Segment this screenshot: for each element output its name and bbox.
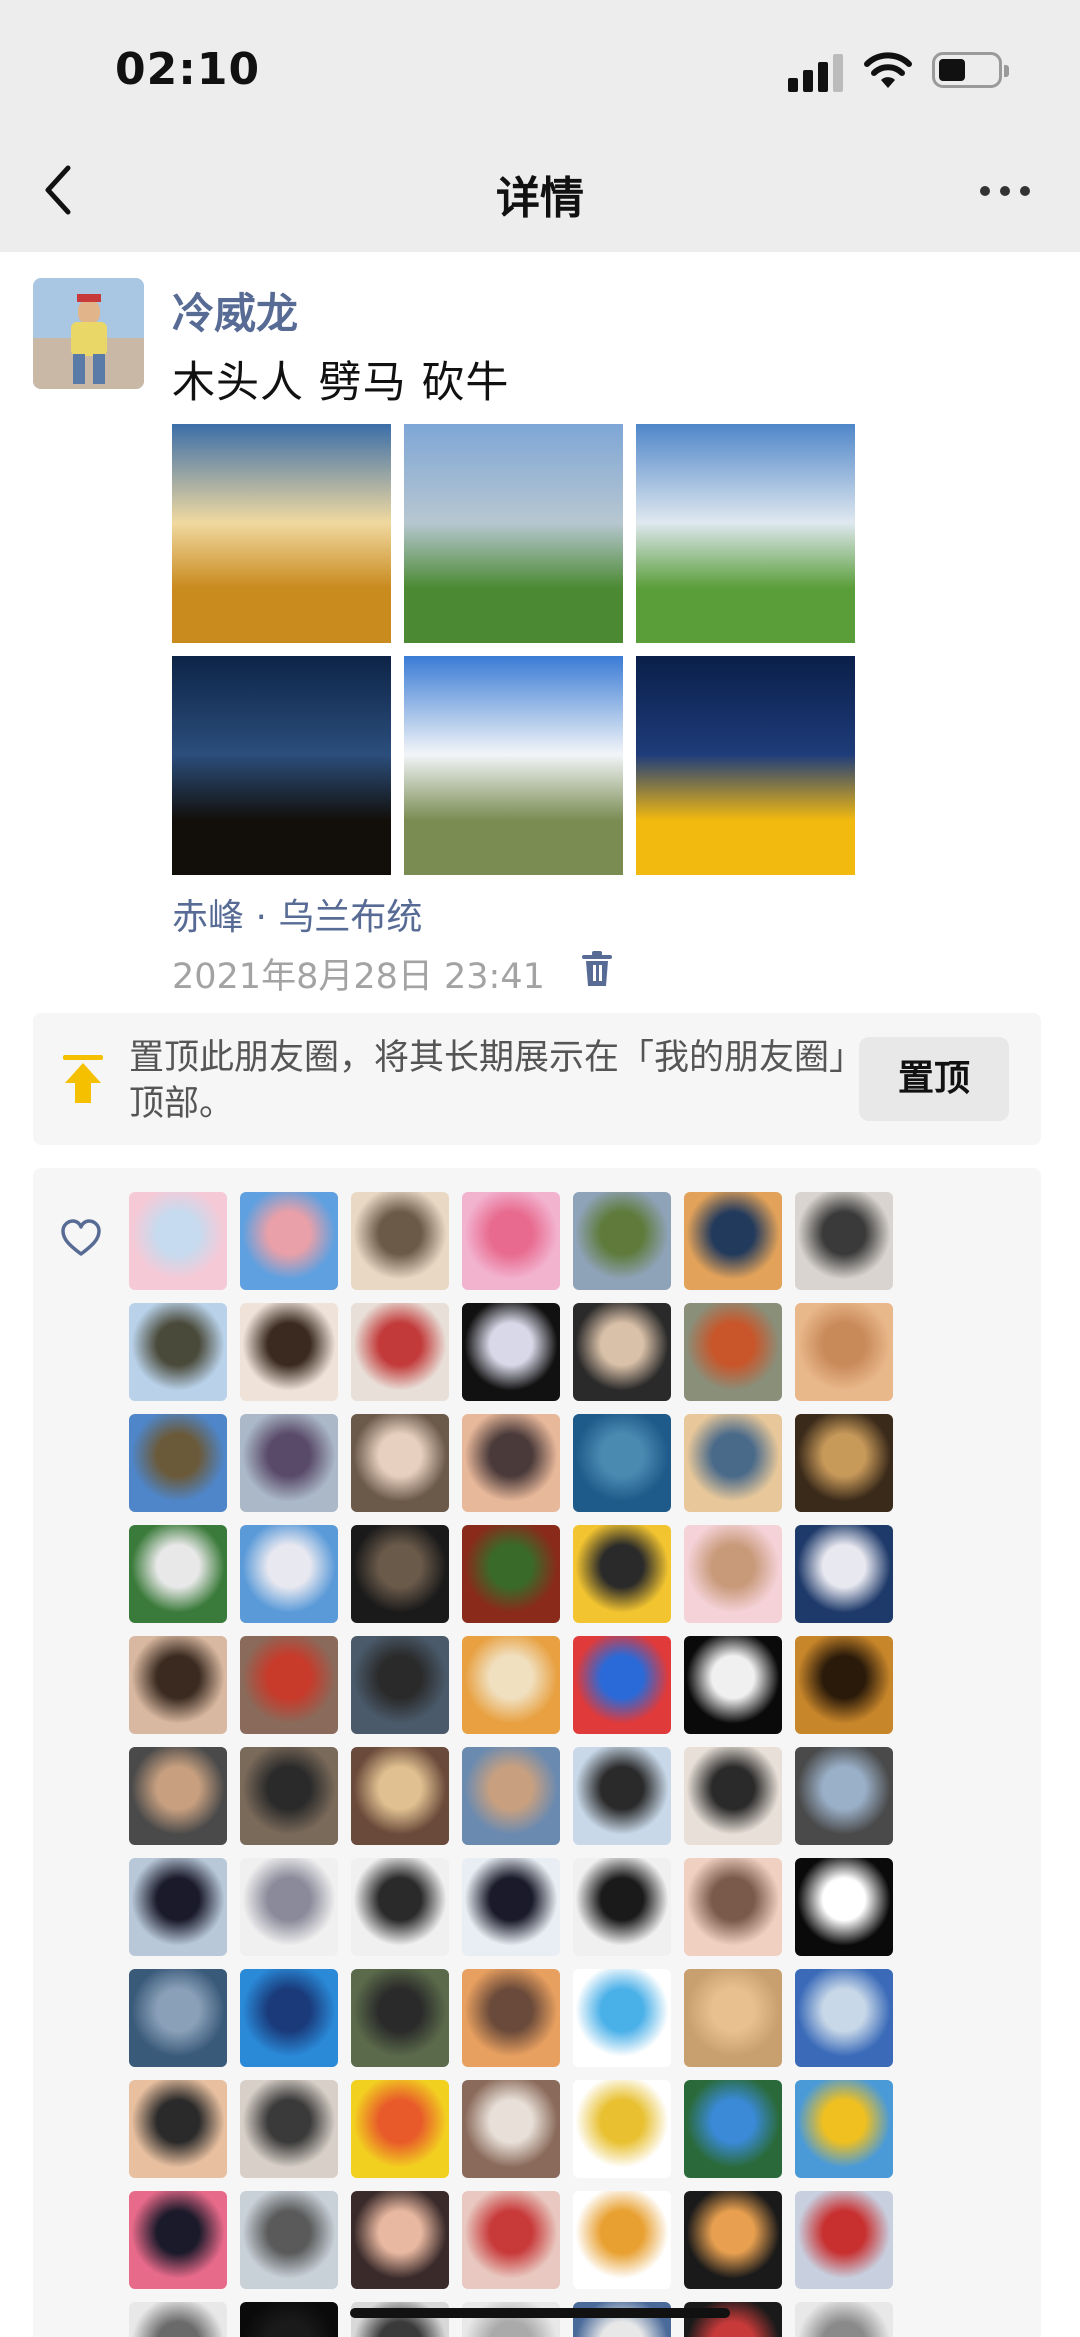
liker-avatar[interactable] bbox=[684, 1858, 782, 1956]
liker-avatar[interactable] bbox=[573, 1303, 671, 1401]
liker-avatar[interactable] bbox=[795, 1192, 893, 1290]
liker-avatar[interactable] bbox=[795, 1525, 893, 1623]
liker-avatar[interactable] bbox=[351, 1858, 449, 1956]
liker-avatar[interactable] bbox=[240, 1747, 338, 1845]
pin-button[interactable]: 置顶 bbox=[859, 1037, 1009, 1121]
liker-avatar[interactable] bbox=[573, 1525, 671, 1623]
liker-avatar[interactable] bbox=[240, 1858, 338, 1956]
post-timestamp: 2021年8月28日 23:41 bbox=[172, 957, 545, 997]
liker-avatar[interactable] bbox=[129, 1414, 227, 1512]
liker-avatar[interactable] bbox=[351, 1192, 449, 1290]
more-options-icon[interactable] bbox=[980, 186, 1030, 198]
liker-avatar[interactable] bbox=[129, 2080, 227, 2178]
cellular-signal-icon bbox=[788, 52, 844, 92]
liker-avatar[interactable] bbox=[351, 2191, 449, 2289]
liker-avatar[interactable] bbox=[240, 2302, 338, 2337]
liker-avatar[interactable] bbox=[462, 2080, 560, 2178]
liker-avatar[interactable] bbox=[129, 1636, 227, 1734]
liker-avatar[interactable] bbox=[573, 1858, 671, 1956]
liker-avatar[interactable] bbox=[129, 1303, 227, 1401]
liker-avatar[interactable] bbox=[573, 1192, 671, 1290]
liker-avatar[interactable] bbox=[684, 1969, 782, 2067]
author-avatar[interactable] bbox=[33, 278, 144, 389]
pin-to-top-panel: 置顶此朋友圈，将其长期展示在「我的朋友圈」顶部。 置顶 bbox=[33, 1013, 1041, 1145]
liker-avatar[interactable] bbox=[684, 1636, 782, 1734]
liker-avatar[interactable] bbox=[240, 1192, 338, 1290]
liker-avatar[interactable] bbox=[684, 1414, 782, 1512]
post-location[interactable]: 赤峰 · 乌兰布统 bbox=[172, 888, 422, 940]
liker-avatar[interactable] bbox=[462, 1192, 560, 1290]
liker-avatar[interactable] bbox=[129, 1858, 227, 1956]
liker-avatar[interactable] bbox=[795, 1636, 893, 1734]
liker-avatar[interactable] bbox=[462, 1636, 560, 1734]
liker-avatar[interactable] bbox=[573, 2080, 671, 2178]
liker-avatar[interactable] bbox=[795, 2302, 893, 2337]
home-indicator bbox=[350, 2308, 730, 2318]
liker-avatar[interactable] bbox=[684, 1747, 782, 1845]
liker-avatar[interactable] bbox=[240, 1525, 338, 1623]
liker-avatar[interactable] bbox=[351, 2080, 449, 2178]
liker-avatar[interactable] bbox=[462, 2191, 560, 2289]
author-name[interactable]: 冷威龙 bbox=[172, 280, 298, 341]
liker-avatar[interactable] bbox=[684, 2080, 782, 2178]
liker-avatar[interactable] bbox=[240, 1303, 338, 1401]
liker-avatar[interactable] bbox=[129, 1525, 227, 1623]
post-photo-sunset-field[interactable] bbox=[172, 424, 391, 643]
liker-avatar[interactable] bbox=[240, 1636, 338, 1734]
liker-avatar[interactable] bbox=[573, 1636, 671, 1734]
battery-icon bbox=[932, 52, 1009, 88]
post-photo-grassland-horse[interactable] bbox=[636, 424, 855, 643]
pin-description: 置顶此朋友圈，将其长期展示在「我的朋友圈」顶部。 bbox=[129, 1038, 847, 1124]
liker-avatar[interactable] bbox=[462, 1747, 560, 1845]
liker-avatar[interactable] bbox=[795, 2080, 893, 2178]
liker-avatar[interactable] bbox=[462, 1858, 560, 1956]
liker-avatar[interactable] bbox=[795, 1858, 893, 1956]
top-bar: 02:10 详情 bbox=[0, 0, 1080, 252]
liker-avatar[interactable] bbox=[462, 1303, 560, 1401]
liker-avatar[interactable] bbox=[240, 2191, 338, 2289]
liker-avatar[interactable] bbox=[129, 1192, 227, 1290]
heart-icon bbox=[61, 1219, 101, 1256]
liker-avatar[interactable] bbox=[462, 1525, 560, 1623]
status-time: 02:10 bbox=[115, 44, 261, 95]
liker-avatar[interactable] bbox=[684, 1525, 782, 1623]
delete-icon[interactable] bbox=[580, 950, 614, 988]
liker-avatar[interactable] bbox=[462, 1969, 560, 2067]
liker-avatar[interactable] bbox=[795, 1747, 893, 1845]
liker-avatar[interactable] bbox=[351, 1525, 449, 1623]
liker-avatar[interactable] bbox=[129, 1969, 227, 2067]
liker-avatar[interactable] bbox=[351, 1747, 449, 1845]
liker-avatar[interactable] bbox=[351, 1636, 449, 1734]
liker-avatar[interactable] bbox=[684, 1192, 782, 1290]
post-photo-car-stars[interactable] bbox=[636, 656, 855, 875]
liker-avatar[interactable] bbox=[795, 2191, 893, 2289]
liker-avatar[interactable] bbox=[795, 1414, 893, 1512]
liker-avatar[interactable] bbox=[240, 1414, 338, 1512]
page-title: 详情 bbox=[496, 173, 584, 224]
liker-avatar[interactable] bbox=[240, 1969, 338, 2067]
liker-avatar[interactable] bbox=[795, 1969, 893, 2067]
liker-avatar[interactable] bbox=[573, 1747, 671, 1845]
liker-avatar[interactable] bbox=[351, 1969, 449, 2067]
post-text: 木头人 劈马 砍牛 bbox=[172, 358, 510, 408]
pin-to-top-icon bbox=[63, 1055, 103, 1103]
liker-avatar[interactable] bbox=[351, 1303, 449, 1401]
liker-avatar[interactable] bbox=[684, 2191, 782, 2289]
liker-avatar[interactable] bbox=[573, 2191, 671, 2289]
liker-avatar[interactable] bbox=[129, 1747, 227, 1845]
liker-avatar[interactable] bbox=[129, 2302, 227, 2337]
post-photo-silhouette-sunset[interactable] bbox=[172, 656, 391, 875]
liker-avatar[interactable] bbox=[129, 2191, 227, 2289]
liker-avatar[interactable] bbox=[462, 1414, 560, 1512]
post-photo-person-sky[interactable] bbox=[404, 656, 623, 875]
liker-avatar[interactable] bbox=[573, 1414, 671, 1512]
wifi-icon bbox=[864, 52, 912, 88]
liker-avatar[interactable] bbox=[573, 1969, 671, 2067]
post-photo-cow-lake[interactable] bbox=[404, 424, 623, 643]
liker-avatar[interactable] bbox=[795, 1303, 893, 1401]
liker-avatar[interactable] bbox=[351, 1414, 449, 1512]
likes-panel bbox=[33, 1168, 1041, 2337]
liker-avatar[interactable] bbox=[240, 2080, 338, 2178]
liker-avatar[interactable] bbox=[684, 1303, 782, 1401]
